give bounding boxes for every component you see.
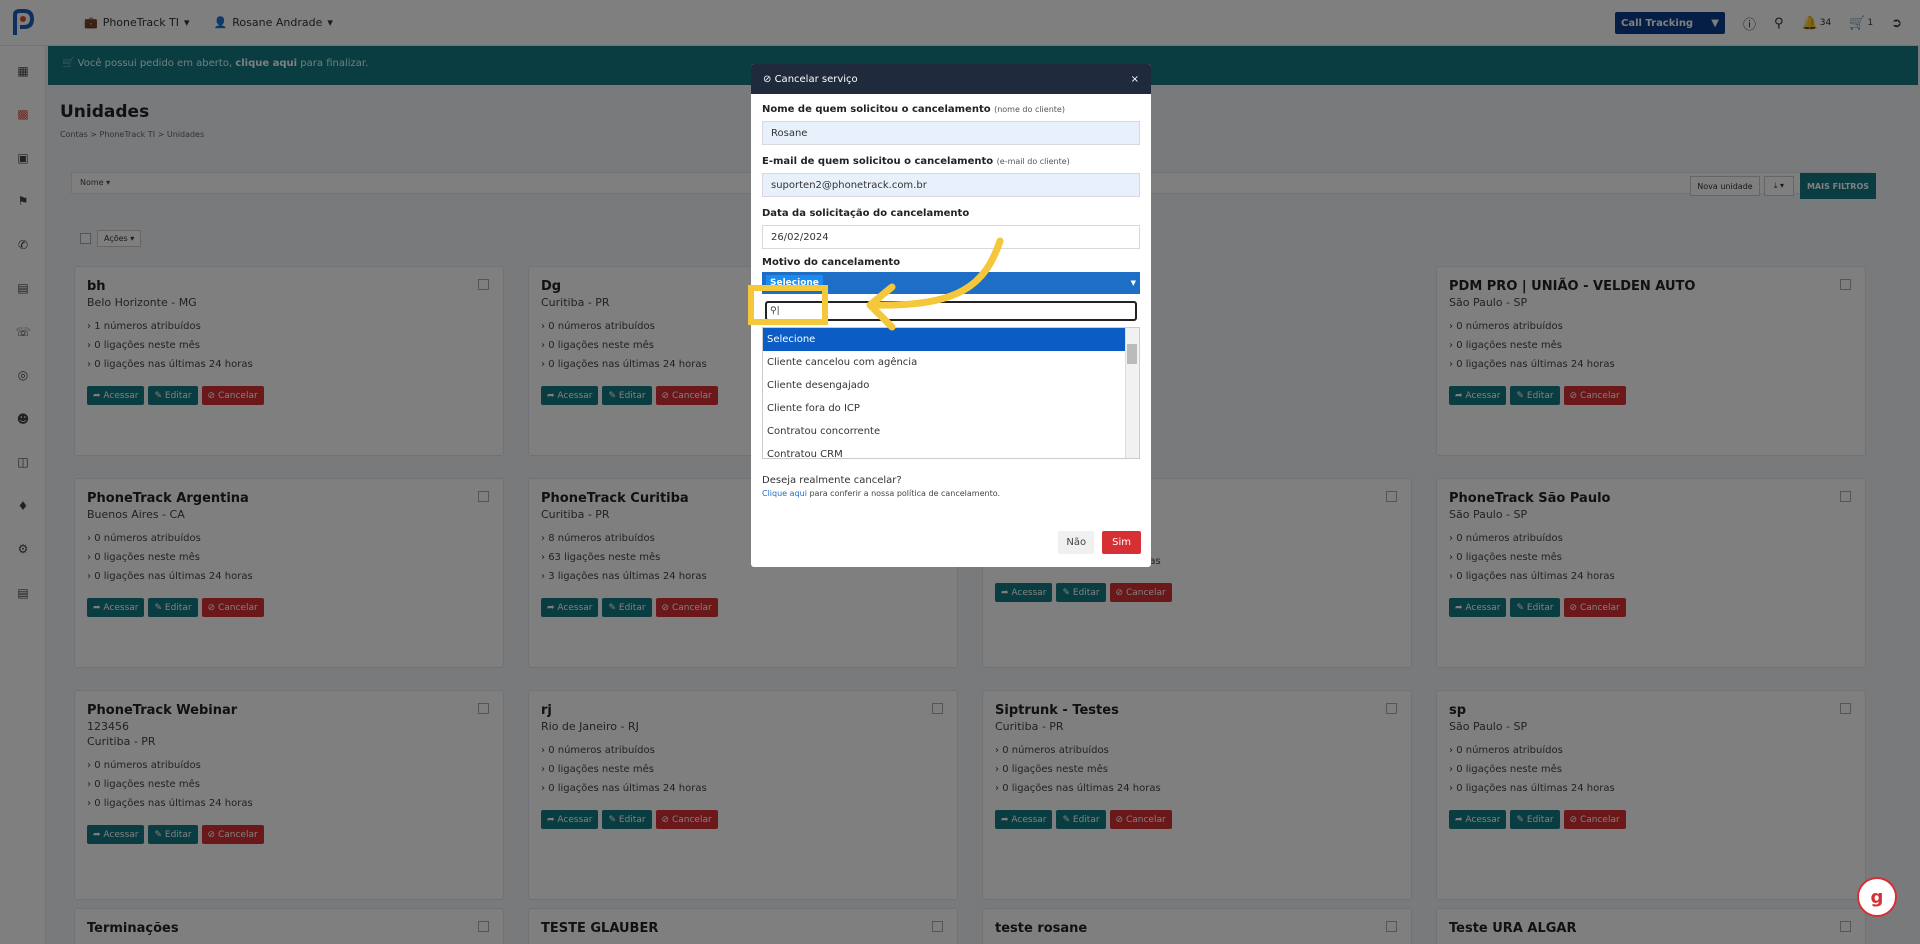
help-chat-button[interactable]: g xyxy=(1857,877,1897,917)
reason-option[interactable]: Cliente cancelou com agência xyxy=(763,351,1139,374)
scrollbar-thumb[interactable] xyxy=(1127,344,1137,364)
email-label: E-mail de quem solicitou o cancelamento … xyxy=(762,156,1070,167)
pointer-arrow-icon xyxy=(866,237,1004,331)
options-scrollbar[interactable] xyxy=(1125,328,1139,458)
modal-header: ⊘ Cancelar serviço × xyxy=(751,64,1151,94)
ban-icon: ⊘ xyxy=(763,73,772,85)
reason-option[interactable]: Cliente desengajado xyxy=(763,374,1139,397)
highlight-box xyxy=(748,285,828,325)
yes-button[interactable]: Sim xyxy=(1102,531,1141,554)
close-icon[interactable]: × xyxy=(1131,74,1139,85)
requester-name-field[interactable]: Rosane xyxy=(762,121,1140,145)
requester-email-field[interactable]: suporten2@phonetrack.com.br xyxy=(762,173,1140,197)
policy-link[interactable]: Clique aqui xyxy=(762,489,807,498)
confirm-question: Deseja realmente cancelar? xyxy=(762,475,902,486)
policy-line: Clique aqui para conferir a nossa políti… xyxy=(762,489,1140,498)
reason-options-list: Selecione Cliente cancelou com agência Cli… xyxy=(762,327,1140,459)
date-label: Data da solicitação do cancelamento xyxy=(762,208,970,219)
no-button[interactable]: Não xyxy=(1058,531,1095,554)
modal-title: Cancelar serviço xyxy=(774,73,858,85)
reason-option[interactable]: Contratou CRM xyxy=(763,443,1139,458)
policy-text: para conferir a nossa política de cancel… xyxy=(809,489,1001,498)
reason-option[interactable]: Contratou concorrente xyxy=(763,420,1139,443)
requester-label: Nome de quem solicitou o cancelamento (n… xyxy=(762,104,1065,115)
reason-option[interactable]: Cliente fora do ICP xyxy=(763,397,1139,420)
caret-down-icon: ▼ xyxy=(1130,279,1136,287)
